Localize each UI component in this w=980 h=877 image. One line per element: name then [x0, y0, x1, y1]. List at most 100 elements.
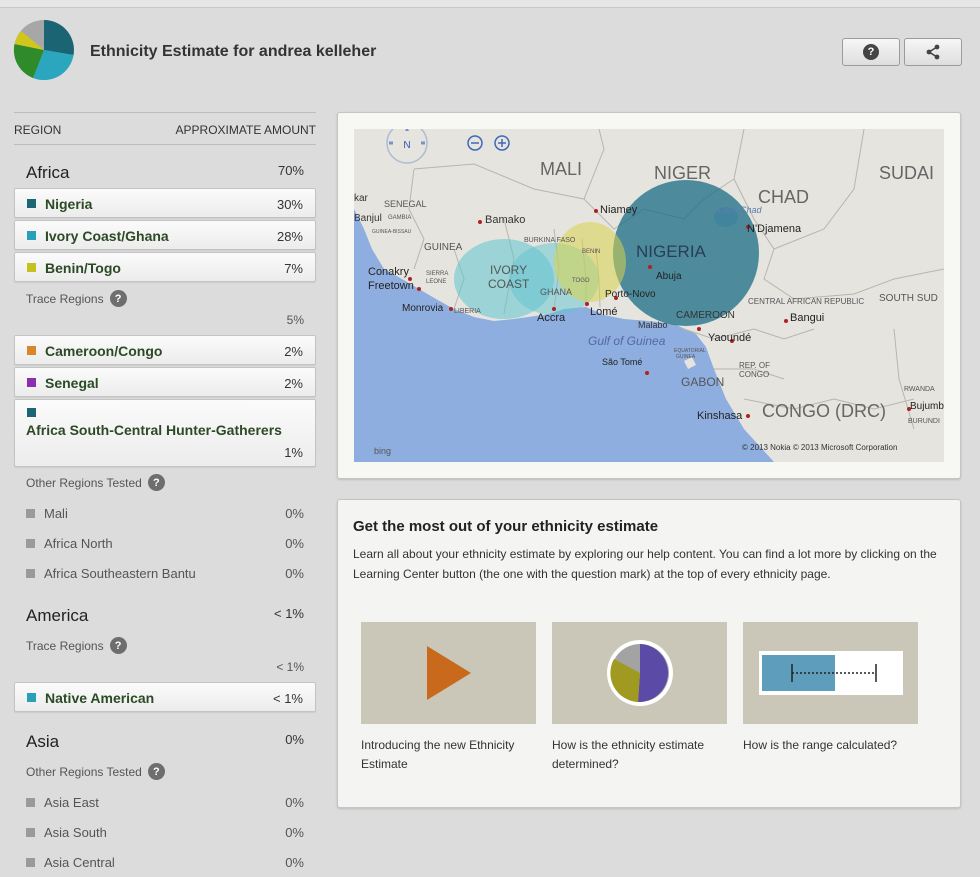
label-car: CENTRAL AFRICAN REPUBLIC — [748, 297, 864, 306]
label-nigeria: NIGERIA — [636, 242, 707, 261]
label-malabo: Malabo — [638, 320, 668, 330]
group-asia-label: Asia — [26, 732, 60, 751]
column-headers: REGION APPROXIMATE AMOUNT — [14, 112, 316, 145]
region-row-south-central-hunter-gatherers[interactable]: Africa South-Central Hunter-Gatherers 1% — [14, 399, 316, 467]
label-bujumbura: Bujumb — [910, 401, 944, 412]
region-column-header: REGION — [14, 123, 62, 137]
other-region-mali[interactable]: Mali — [26, 506, 68, 521]
label-rep-of: REP. OF — [739, 361, 770, 370]
label-guinea: GUINEA — [424, 242, 463, 253]
other-region-asia-east[interactable]: Asia East — [26, 795, 99, 810]
color-swatch — [27, 408, 36, 417]
label-dakar: kar — [354, 193, 369, 204]
label-gambia: GAMBIA — [388, 215, 411, 221]
label-niamey: Niamey — [600, 204, 638, 216]
tile-caption: How is the ethnicity estimate determined… — [552, 738, 705, 771]
help-card: Get the most out of your ethnicity estim… — [337, 499, 961, 808]
region-name: Senegal — [45, 375, 99, 391]
label-yaounde: Yaoundé — [708, 332, 751, 344]
group-africa-value: 70% — [277, 163, 304, 178]
share-button[interactable] — [904, 38, 962, 66]
map-card: N MALI NIGER CHAD SUDAI SENEGAL kar Banj… — [337, 112, 961, 479]
bing-logo: bing — [374, 446, 391, 456]
top-bar — [0, 0, 980, 8]
trace-regions-value: 5% — [286, 313, 304, 327]
label-sierra: SIERRA — [426, 271, 448, 277]
color-swatch — [27, 263, 36, 272]
region-name: Nigeria — [45, 196, 93, 212]
label-benin: BENIN — [582, 249, 600, 255]
color-swatch — [27, 378, 36, 387]
help-button[interactable]: ? — [842, 38, 900, 66]
label-lake-chad: Lake Chad — [718, 205, 763, 215]
region-row-cameroon-congo[interactable]: Cameroon/Congo 2% — [14, 335, 316, 365]
region-name: Africa South-Central Hunter-Gatherers — [26, 422, 282, 438]
region-value: 2% — [284, 344, 303, 359]
label-mali: MALI — [540, 159, 582, 179]
tile-range-calculated[interactable]: How is the range calculated? — [743, 622, 918, 755]
label-leone: LEONE — [426, 279, 446, 285]
other-region-asia-south[interactable]: Asia South — [26, 825, 107, 840]
region-value: 30% — [276, 197, 303, 212]
region-row-senegal[interactable]: Senegal 2% — [14, 367, 316, 397]
region-name: Native American — [45, 690, 155, 706]
label-bangui: Bangui — [790, 312, 824, 324]
region-value: 1% — [284, 445, 303, 460]
region-row-ivory-coast-ghana[interactable]: Ivory Coast/Ghana 28% — [14, 220, 316, 250]
share-icon — [926, 44, 940, 60]
help-card-description: Learn all about your ethnicity estimate … — [353, 547, 937, 581]
page-header: Ethnicity Estimate for andrea kelleher ? — [0, 8, 980, 98]
region-name: Benin/Togo — [45, 260, 121, 276]
label-gabon: GABON — [681, 375, 724, 389]
label-monrovia: Monrovia — [402, 303, 444, 314]
other-region-africa-southeastern-bantu[interactable]: Africa Southeastern Bantu — [26, 566, 196, 581]
tile-how-determined[interactable]: How is the ethnicity estimate determined… — [552, 622, 727, 774]
label-ndjamena: N'Djamena — [747, 223, 802, 235]
other-region-asia-central[interactable]: Asia Central — [26, 855, 115, 870]
other-region-value: 0% — [285, 825, 304, 840]
help-card-title: Get the most out of your ethnicity estim… — [353, 518, 659, 535]
other-region-value: 0% — [285, 536, 304, 551]
question-icon[interactable]: ? — [147, 763, 165, 780]
label-ghana: GHANA — [540, 287, 572, 297]
amount-column-header: APPROXIMATE AMOUNT — [175, 123, 316, 137]
play-icon — [427, 646, 471, 700]
group-asia-value: 0% — [285, 732, 304, 747]
label-coast: COAST — [488, 277, 530, 291]
label-abuja: Abuja — [656, 271, 682, 282]
ethnicity-pie-logo — [13, 20, 74, 81]
label-accra: Accra — [537, 312, 566, 324]
question-icon[interactable]: ? — [109, 290, 127, 307]
tile-introducing-video[interactable]: Introducing the new Ethnicity Estimate — [361, 622, 536, 774]
label-freetown: Freetown — [368, 280, 414, 292]
question-icon[interactable]: ? — [147, 474, 165, 491]
label-togo: TOGO — [572, 278, 590, 284]
region-value: 2% — [284, 376, 303, 391]
trace-regions-value: < 1% — [276, 660, 304, 674]
label-congo: CONGO — [739, 370, 769, 379]
map-attribution: © 2013 Nokia © 2013 Microsoft Corporatio… — [742, 443, 897, 452]
label-banjul: Banjul — [354, 213, 382, 224]
trace-regions-label: Trace Regions ? — [26, 637, 127, 654]
other-region-value: 0% — [285, 506, 304, 521]
label-sudan: SUDAI — [879, 163, 934, 183]
other-region-value: 0% — [285, 795, 304, 810]
group-america-value: < 1% — [274, 606, 304, 621]
label-niger: NIGER — [654, 163, 711, 183]
label-gulf-of-guinea: Gulf of Guinea — [588, 334, 666, 348]
region-row-native-american[interactable]: Native American < 1% — [14, 682, 316, 712]
label-liberia: LIBERIA — [454, 308, 481, 315]
tile-caption: Introducing the new Ethnicity Estimate — [361, 738, 515, 771]
other-region-africa-north[interactable]: Africa North — [26, 536, 113, 551]
region-name: Ivory Coast/Ghana — [45, 228, 169, 244]
label-senegal: SENEGAL — [384, 199, 427, 209]
label-bamako: Bamako — [485, 214, 525, 226]
color-swatch — [27, 231, 36, 240]
question-icon[interactable]: ? — [109, 637, 127, 654]
region-value: 7% — [284, 261, 303, 276]
region-row-benin-togo[interactable]: Benin/Togo 7% — [14, 252, 316, 282]
region-map[interactable]: N MALI NIGER CHAD SUDAI SENEGAL kar Banj… — [354, 129, 944, 462]
svg-text:N: N — [403, 140, 410, 151]
other-regions-label: Other Regions Tested ? — [26, 474, 165, 491]
region-row-nigeria[interactable]: Nigeria 30% — [14, 188, 316, 218]
